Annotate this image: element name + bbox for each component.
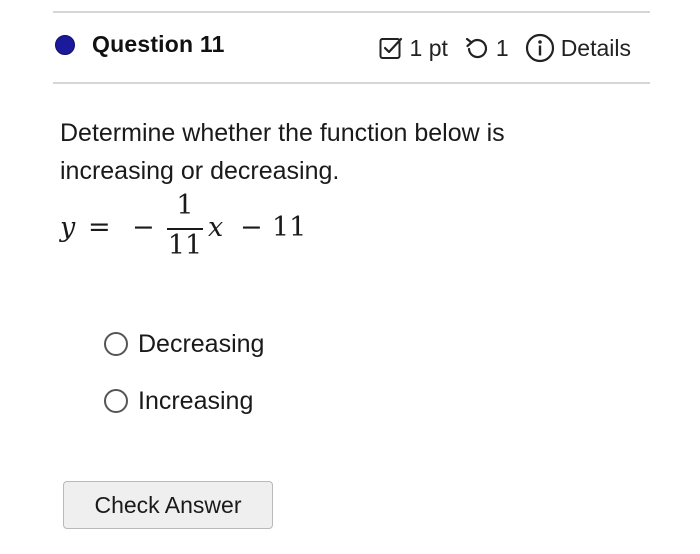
- question-prompt: Determine whether the function below is …: [60, 119, 505, 185]
- equation-lhs: y: [60, 212, 76, 243]
- equation-variable: x: [208, 212, 224, 243]
- check-answer-button[interactable]: Check Answer: [63, 481, 273, 529]
- option-increasing[interactable]: Increasing: [104, 382, 253, 420]
- equation-equals: =: [88, 212, 111, 243]
- retry-icon: [464, 35, 490, 61]
- details-link[interactable]: Details: [561, 35, 631, 62]
- radio-decreasing[interactable]: [104, 332, 128, 356]
- header-divider: [53, 82, 650, 84]
- option-label: Increasing: [138, 386, 254, 415]
- attempts-value: 1: [495, 34, 509, 61]
- info-icon[interactable]: [525, 33, 555, 63]
- top-divider: [53, 11, 650, 13]
- question-status-dot: [55, 35, 75, 55]
- question-title: Question 11: [92, 31, 225, 57]
- option-decreasing[interactable]: Decreasing: [104, 325, 264, 363]
- checkbox-icon: [378, 35, 404, 61]
- option-label: Decreasing: [138, 329, 265, 358]
- fraction-numerator: 1: [176, 190, 194, 221]
- points-value: 1 pt: [409, 34, 448, 61]
- question-meta: 1 pt 1 Details: [378, 28, 631, 68]
- equation-constant: 11: [272, 212, 307, 243]
- equation-sign: −: [132, 212, 155, 243]
- question-header: Question 11 1 pt 1 Details: [53, 28, 650, 68]
- radio-increasing[interactable]: [104, 389, 128, 413]
- equation-operator: −: [240, 212, 263, 243]
- equation-fraction: 1 11: [166, 190, 204, 264]
- fraction-denominator: 11: [167, 230, 203, 261]
